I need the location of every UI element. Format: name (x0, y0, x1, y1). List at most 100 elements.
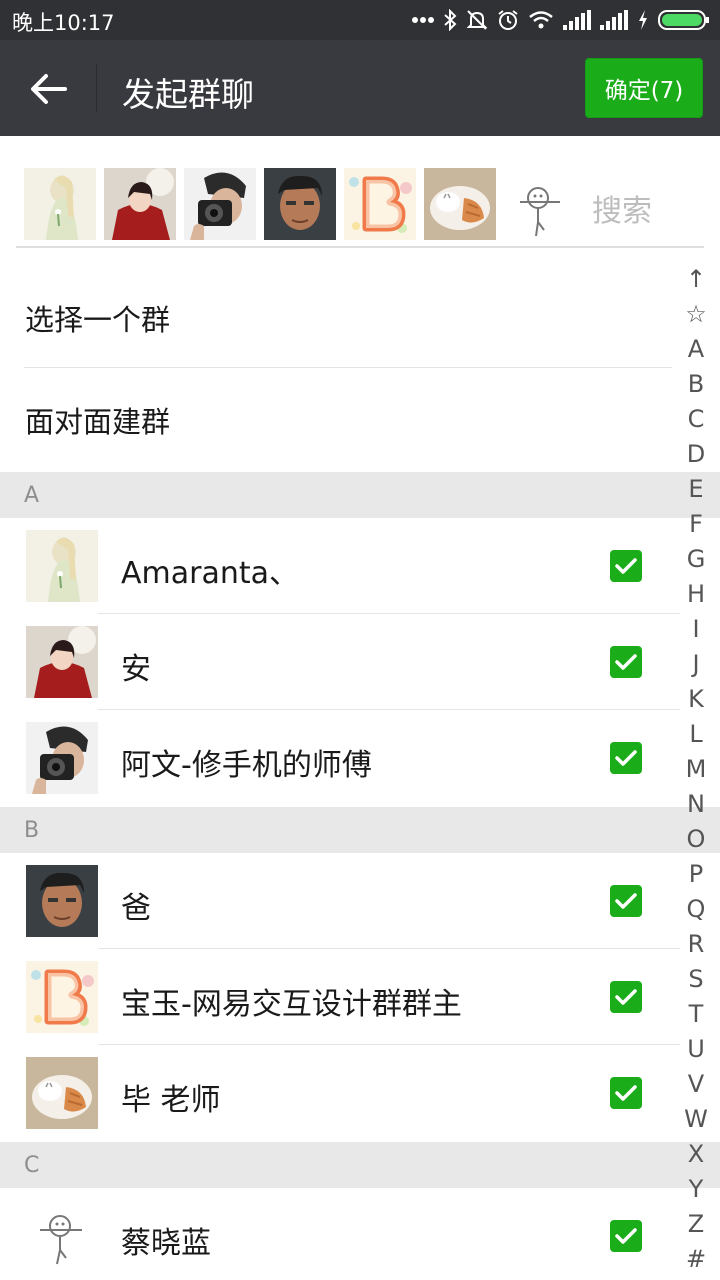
index-letter[interactable]: ☆ (676, 297, 716, 332)
section-header-a: A (0, 472, 720, 518)
checkmark-icon (615, 654, 637, 670)
selected-avatar[interactable] (104, 168, 176, 240)
more-dots-icon (412, 17, 434, 23)
contact-checkbox[interactable] (610, 1220, 642, 1252)
contact-row[interactable]: 毕 老师 (0, 1045, 680, 1141)
index-letter[interactable]: I (676, 612, 716, 647)
signal-icon (600, 10, 628, 30)
index-letter[interactable]: E (676, 472, 716, 507)
index-letter[interactable]: N (676, 787, 716, 822)
selected-avatar[interactable] (264, 168, 336, 240)
contact-avatar (26, 626, 98, 698)
index-letter[interactable]: S (676, 962, 716, 997)
select-group-item[interactable]: 选择一个群 (0, 266, 672, 370)
contact-row[interactable]: Amaranta、 (0, 518, 680, 614)
status-time: 晚上10:17 (12, 11, 115, 35)
contact-avatar (26, 530, 98, 602)
checkmark-icon (615, 1085, 637, 1101)
charging-icon (639, 10, 647, 30)
index-letter[interactable]: G (676, 542, 716, 577)
index-letter[interactable]: K (676, 682, 716, 717)
contact-avatar (26, 1057, 98, 1129)
wifi-icon (529, 11, 553, 29)
bluetooth-icon (444, 9, 457, 31)
search-underline (16, 246, 704, 248)
checkmark-icon (615, 893, 637, 909)
contact-avatar (26, 1200, 98, 1272)
section-letter: A (24, 483, 40, 508)
selected-avatar[interactable] (24, 168, 96, 240)
contact-checkbox[interactable] (610, 550, 642, 582)
selected-avatar[interactable] (424, 168, 496, 240)
contact-name: 阿文-修手机的师傅 (121, 748, 372, 783)
mute-bell-icon (466, 10, 488, 30)
checkmark-icon (615, 558, 637, 574)
contact-checkbox[interactable] (610, 646, 642, 678)
index-letter[interactable]: F (676, 507, 716, 542)
back-button[interactable] (20, 60, 78, 118)
section-letter: B (24, 818, 40, 843)
checkmark-icon (615, 1228, 637, 1244)
selected-avatar[interactable] (344, 168, 416, 240)
stickman-avatar-icon (516, 182, 566, 242)
search-input[interactable]: 搜索 (592, 186, 652, 230)
index-letter[interactable]: D (676, 437, 716, 472)
alphabet-index-bar[interactable]: ↑ ☆ A B C D E F G H I J K L M N O P Q R S T U V W X Y Z # (676, 262, 716, 1277)
contact-avatar (26, 961, 98, 1033)
index-letter[interactable]: A (676, 332, 716, 367)
selected-avatar[interactable] (184, 168, 256, 240)
face-to-face-label: 面对面建群 (25, 405, 171, 439)
index-letter[interactable]: B (676, 367, 716, 402)
index-letter[interactable]: W (676, 1102, 716, 1137)
contact-checkbox[interactable] (610, 1077, 642, 1109)
index-letter[interactable]: # (676, 1242, 716, 1277)
section-header-b: B (0, 807, 720, 853)
battery-icon (658, 10, 709, 30)
status-icons (412, 6, 710, 34)
checkmark-icon (615, 989, 637, 1005)
title-divider (96, 64, 97, 112)
back-arrow-icon (31, 74, 67, 104)
index-letter[interactable]: ↑ (676, 262, 716, 297)
index-letter[interactable]: X (676, 1137, 716, 1172)
face-to-face-group-item[interactable]: 面对面建群 (0, 368, 672, 472)
contact-row[interactable]: 爸 (0, 853, 680, 949)
index-letter[interactable]: U (676, 1032, 716, 1067)
contact-avatar (26, 722, 98, 794)
index-letter[interactable]: V (676, 1067, 716, 1102)
contact-checkbox[interactable] (610, 885, 642, 917)
index-letter[interactable]: R (676, 927, 716, 962)
section-letter: C (24, 1153, 40, 1178)
alarm-icon (498, 10, 518, 30)
contact-row[interactable]: 阿文-修手机的师傅 (0, 710, 680, 806)
index-letter[interactable]: Q (676, 892, 716, 927)
contact-row[interactable]: 安 (0, 614, 680, 710)
status-bar: 晚上10:17 (0, 0, 720, 40)
contact-name: 爸 (121, 891, 151, 926)
confirm-button[interactable]: 确定(7) (585, 58, 703, 118)
index-letter[interactable]: M (676, 752, 716, 787)
contact-row[interactable]: 宝玉-网易交互设计群群主 (0, 949, 680, 1045)
contact-name: 安 (121, 652, 151, 687)
index-letter[interactable]: H (676, 577, 716, 612)
contact-checkbox[interactable] (610, 742, 642, 774)
index-letter[interactable]: C (676, 402, 716, 437)
index-letter[interactable]: T (676, 997, 716, 1032)
contact-name: 宝玉-网易交互设计群群主 (121, 987, 462, 1022)
section-header-c: C (0, 1142, 720, 1188)
contact-checkbox[interactable] (610, 981, 642, 1013)
contact-row[interactable]: 蔡晓蓝 (0, 1188, 680, 1280)
index-letter[interactable]: Z (676, 1207, 716, 1242)
page-title: 发起群聊 (122, 75, 254, 114)
contact-name: 毕 老师 (121, 1083, 221, 1118)
index-letter[interactable]: Y (676, 1172, 716, 1207)
index-letter[interactable]: J (676, 647, 716, 682)
index-letter[interactable]: L (676, 717, 716, 752)
index-letter[interactable]: P (676, 857, 716, 892)
contact-avatar (26, 865, 98, 937)
select-group-label: 选择一个群 (25, 303, 171, 337)
contact-name: Amaranta、 (121, 556, 300, 591)
contact-name: 蔡晓蓝 (121, 1226, 211, 1261)
index-letter[interactable]: O (676, 822, 716, 857)
checkmark-icon (615, 750, 637, 766)
